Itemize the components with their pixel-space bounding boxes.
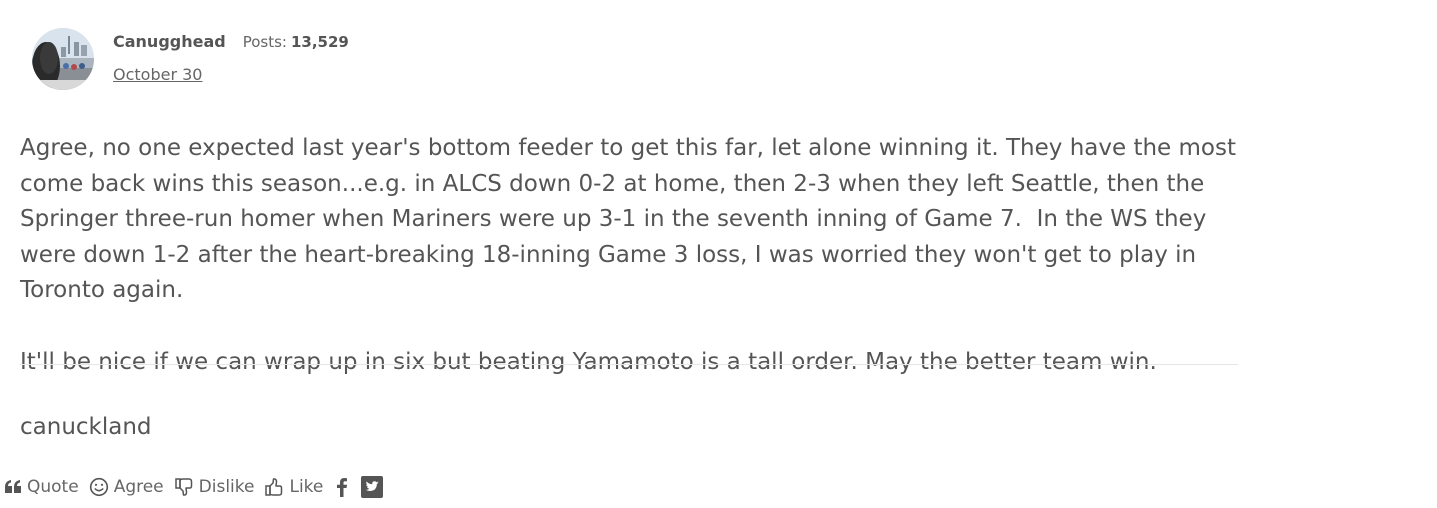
like-label: Like: [289, 477, 324, 497]
post-paragraph: Agree, no one expected last year's botto…: [20, 135, 1236, 303]
signature-divider: [20, 364, 1238, 365]
smile-icon: [89, 477, 108, 497]
post-date[interactable]: October 30: [113, 65, 202, 84]
post-header: Canugghead Posts: 13,529 October 30: [32, 28, 349, 92]
facebook-icon: [337, 478, 348, 497]
quote-icon: [5, 480, 21, 493]
post-count-label: Posts:: [242, 33, 287, 51]
agree-button[interactable]: Agree: [89, 477, 164, 497]
thumbs-up-icon: [265, 478, 283, 496]
reaction-bar: Quote Agree Dislike Like: [5, 476, 393, 498]
user-signature: canuckland: [20, 414, 152, 440]
post-count-value: 13,529: [290, 33, 349, 51]
avatar[interactable]: [32, 28, 94, 90]
avatar-image: [32, 28, 94, 90]
quote-button[interactable]: Quote: [5, 477, 79, 497]
post-body: Agree, no one expected last year's botto…: [20, 131, 1250, 380]
post-meta: Canugghead Posts: 13,529 October 30: [113, 28, 349, 92]
dislike-label: Dislike: [198, 477, 255, 497]
post-count: Posts: 13,529: [243, 33, 349, 51]
dislike-button[interactable]: Dislike: [174, 477, 255, 497]
share-facebook-button[interactable]: [335, 477, 349, 497]
author-row: Canugghead Posts: 13,529: [113, 32, 349, 51]
quote-label: Quote: [27, 477, 79, 497]
agree-label: Agree: [113, 477, 164, 497]
twitter-icon: [361, 476, 384, 498]
share-twitter-button[interactable]: [361, 476, 384, 498]
author-name[interactable]: Canugghead: [113, 32, 226, 51]
post-paragraph: It'll be nice if we can wrap up in six b…: [20, 348, 1157, 375]
thumbs-down-icon: [174, 478, 192, 496]
like-button[interactable]: Like: [264, 477, 323, 497]
